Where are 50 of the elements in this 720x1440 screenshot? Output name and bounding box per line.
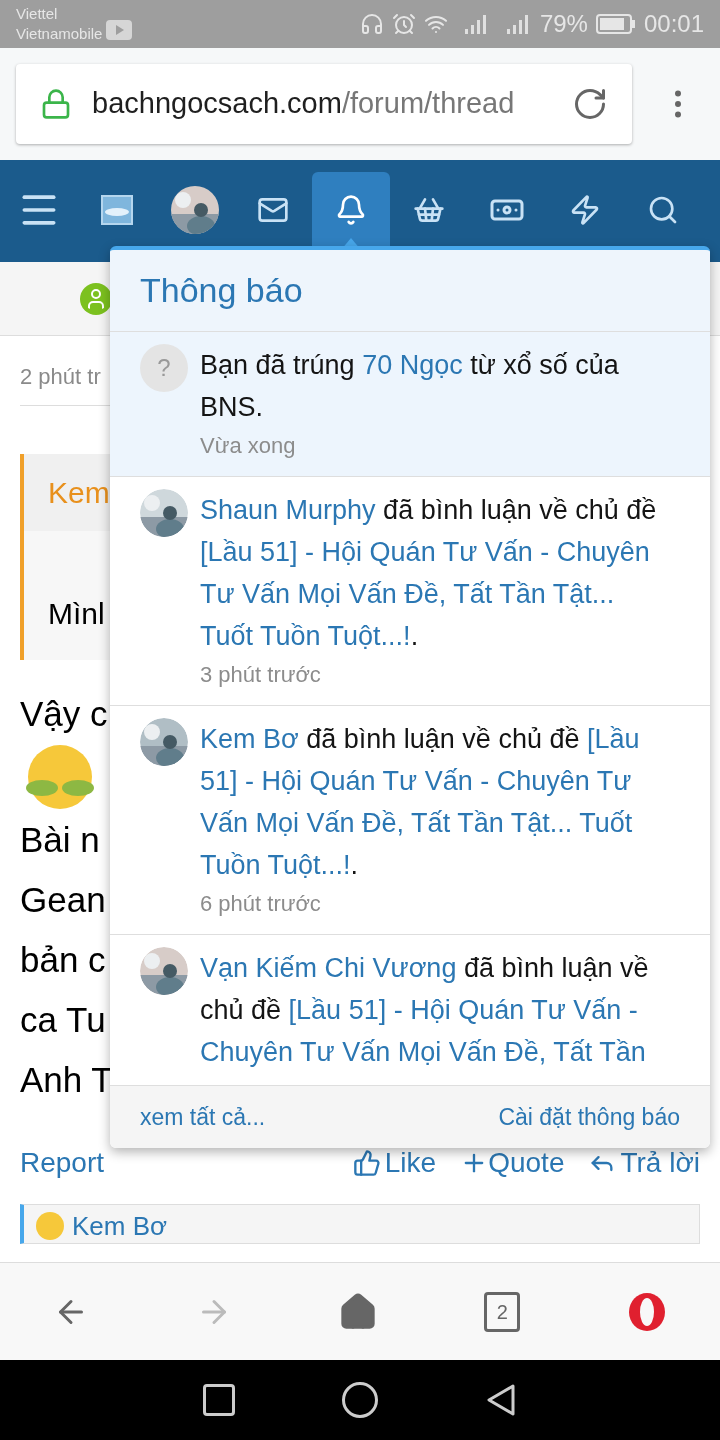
notification-text: Kem Bơ đã bình luận về chủ đề [Lầu 51] - Hội Quán Tư Vấn - Chuyên Tư Vấn Mọi Vấn Đề, Tất Tần Tật... Tuốt Tuồn Tuột...!. [200, 723, 641, 882]
tabs-button[interactable]: 2 [484, 1291, 521, 1332]
headphones-icon [359, 12, 384, 36]
notification-time: Vừa xong [200, 432, 297, 460]
notification-item[interactable]: Kem Bơ đã bình luận về chủ đề [Lầu 51] - Hội Quán Tư Vấn - Chuyên Tư Vấn Mọi Vấn Đề, Tất Tần Tật... Tuốt Tuồn Tuột...!. 6 phút trước [110, 706, 710, 935]
lightning-icon [569, 194, 601, 226]
notification-text: Bạn đã trúng 70 Ngọc từ xổ số của BNS. [200, 349, 620, 424]
page-url: bachngocsach.com/forum/thread [92, 86, 515, 122]
notification-time: 3 phút trước [200, 661, 322, 689]
alarm-icon [391, 12, 416, 36]
logo-icon [101, 195, 133, 225]
unknown-avatar: ? [140, 344, 188, 392]
popup-title: Thông báo [140, 270, 303, 311]
reply-link[interactable]: Trả lời [588, 1142, 700, 1184]
post-text: ca Tu [20, 999, 106, 1041]
post-text: bản c [20, 939, 106, 981]
battery-percent: 79% [539, 9, 588, 39]
quote-link[interactable]: Quote [460, 1142, 565, 1184]
search-icon [647, 194, 679, 226]
notification-item[interactable]: ? Bạn đã trúng 70 Ngọc từ xổ số của BNS. Vừa xong [110, 332, 710, 477]
see-all-link[interactable]: xem tất cả... [140, 1099, 266, 1135]
quote-author: Kem [24, 454, 110, 531]
notification-item[interactable]: Vạn Kiếm Chi Vương đã bình luận về chủ đề [Lầu 51] - Hội Quán Tư Vấn - Chuyên Tư Vấn Mọi Vấn Đề, Tất Tần [110, 935, 710, 1086]
browser-logo-icon[interactable] [626, 1290, 667, 1333]
battery-icon [595, 14, 636, 34]
notification-time: 6 phút trước [200, 890, 322, 918]
reload-icon[interactable] [572, 86, 608, 122]
lock-icon [40, 88, 72, 120]
post-text: Vậy c [20, 693, 108, 735]
user-icon [80, 282, 112, 315]
settings-link[interactable]: Cài đặt thông báo [498, 1099, 680, 1135]
carrier-name: Vietnamobile [16, 24, 103, 44]
clock: 00:01 [643, 9, 704, 39]
post-text: Bài n [20, 819, 100, 861]
bell-icon [335, 194, 367, 226]
report-link[interactable]: Report [20, 1142, 105, 1184]
thumbs-up-icon [352, 1149, 381, 1177]
video-icon [106, 20, 133, 40]
notification-text: Shaun Murphy đã bình luận về chủ đề [Lầu 51] - Hội Quán Tư Vấn - Chuyên Tư Vấn Mọi Vấn Đề, Tất Tần Tật... Tuốt Tuồn Tuột...!. [200, 494, 658, 653]
like-link[interactable]: Like [352, 1142, 437, 1184]
post-text: Anh T [20, 1059, 113, 1101]
address-bar[interactable]: bachngocsach.com/forum/thread [16, 64, 632, 144]
recents-icon[interactable] [203, 1384, 236, 1416]
quote-text: Mìnl [47, 596, 106, 632]
post-text: Gean [20, 879, 106, 921]
alerts-button[interactable] [312, 172, 390, 248]
notification-text: Vạn Kiếm Chi Vương đã bình luận về chủ đề [Lầu 51] - Hội Quán Tư Vấn - Chuyên Tư Vấn Mọi Vấn Đề, Tất Tần [200, 952, 650, 1069]
notification-item[interactable]: Shaun Murphy đã bình luận về chủ đề [Lầu 51] - Hội Quán Tư Vấn - Chuyên Tư Vấn Mọi Vấn Đề, Tất Tần Tật... Tuốt Tuồn Tuột...!. 3 phút trước [110, 477, 710, 706]
carrier-name: Viettel [16, 4, 59, 24]
quote-author: Kem Bơ [72, 1209, 168, 1243]
